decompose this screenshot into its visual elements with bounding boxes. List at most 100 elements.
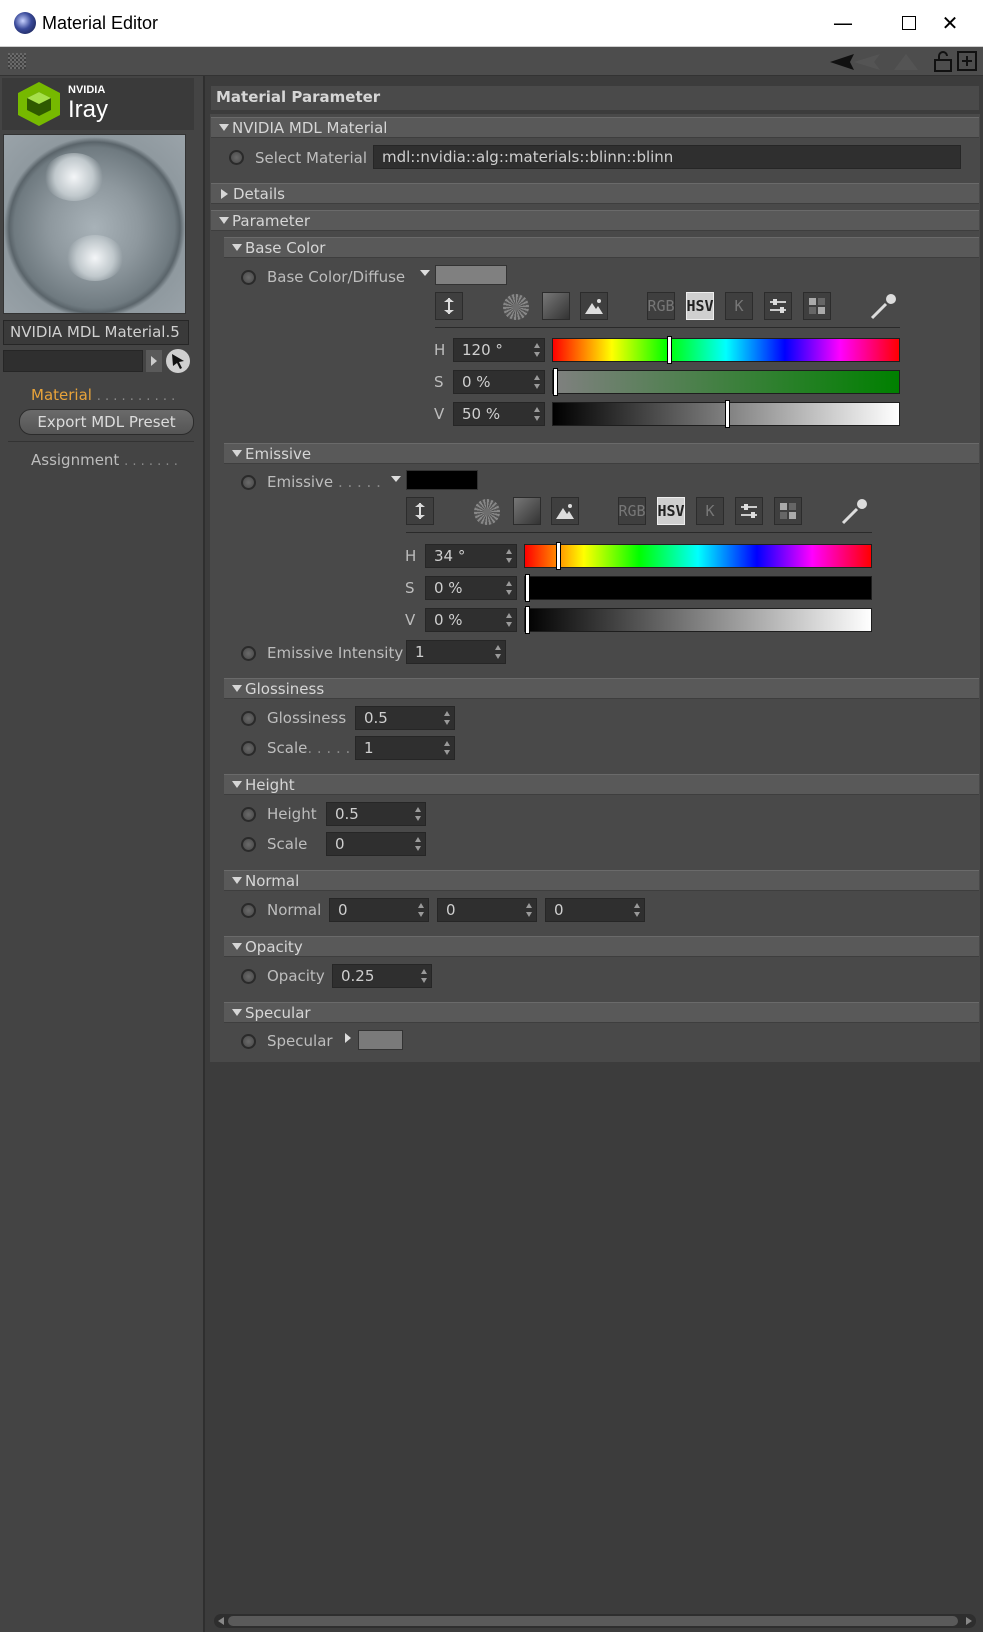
slider-knob[interactable] <box>555 542 561 570</box>
spinner-icon[interactable] <box>444 711 450 725</box>
group-header-mdl[interactable]: NVIDIA MDL Material <box>211 117 979 138</box>
base-v-field[interactable]: 50 % <box>453 402 545 426</box>
emissive-radio[interactable] <box>241 475 256 490</box>
emissive-intensity-radio[interactable] <box>241 646 256 661</box>
picker-button[interactable] <box>166 349 190 373</box>
spinner-icon[interactable] <box>418 903 424 917</box>
mode-kelvin-button[interactable]: K <box>725 292 753 320</box>
gloss-scale-radio[interactable] <box>241 741 256 756</box>
close-button[interactable]: ✕ <box>917 0 983 46</box>
select-material-radio[interactable] <box>229 150 244 165</box>
mode-rgb-button[interactable]: RGB <box>647 292 675 320</box>
group-header-parameter[interactable]: Parameter <box>211 210 979 231</box>
base-color-radio[interactable] <box>241 270 256 285</box>
normal-z-field[interactable]: 0 <box>545 898 645 922</box>
emissive-intensity-field[interactable]: 1 <box>406 640 506 664</box>
spinner-icon[interactable] <box>444 741 450 755</box>
group-header-opacity[interactable]: Opacity <box>224 936 979 957</box>
link-arrow-button[interactable] <box>146 350 162 372</box>
height-field[interactable]: 0.5 <box>326 802 426 826</box>
color-wheel-icon[interactable] <box>503 294 529 320</box>
opacity-radio[interactable] <box>241 969 256 984</box>
slider-knob[interactable] <box>725 400 730 428</box>
dropdown-arrow-icon[interactable] <box>391 476 401 482</box>
spinner-icon[interactable] <box>506 549 512 563</box>
swatches-icon[interactable] <box>774 497 802 525</box>
spinner-icon[interactable] <box>421 969 427 983</box>
mixer-icon[interactable] <box>764 292 792 320</box>
group-header-glossiness[interactable]: Glossiness <box>224 678 979 699</box>
swatches-icon[interactable] <box>803 292 831 320</box>
nav-up-icon[interactable] <box>894 54 918 70</box>
spectrum-icon[interactable] <box>542 292 570 320</box>
spinner-icon[interactable] <box>506 581 512 595</box>
glossiness-radio[interactable] <box>241 711 256 726</box>
base-value-slider[interactable] <box>552 400 900 428</box>
expand-arrow-icon[interactable] <box>345 1033 351 1043</box>
opacity-field[interactable]: 0.25 <box>332 964 432 988</box>
normal-y-field[interactable]: 0 <box>437 898 537 922</box>
normal-x-field[interactable]: 0 <box>329 898 429 922</box>
scroll-right-icon[interactable] <box>966 1617 972 1625</box>
slider-knob[interactable] <box>553 368 558 396</box>
height-scale-radio[interactable] <box>241 837 256 852</box>
scroll-left-icon[interactable] <box>218 1617 224 1625</box>
emissive-hue-slider[interactable] <box>524 542 872 570</box>
color-wheel-toggle-icon[interactable] <box>406 497 434 525</box>
image-picker-icon[interactable] <box>580 292 608 320</box>
emissive-h-field[interactable]: 34 ° <box>425 544 517 568</box>
nav-assignment[interactable]: Assignment . . . . . . . <box>31 450 178 472</box>
nav-forward-icon[interactable] <box>854 54 880 70</box>
glossiness-field[interactable]: 0.5 <box>355 706 455 730</box>
nav-back-icon[interactable] <box>830 54 854 70</box>
base-h-field[interactable]: 120 ° <box>453 338 545 362</box>
scrollbar-thumb[interactable] <box>228 1616 958 1626</box>
normal-radio[interactable] <box>241 903 256 918</box>
eyedropper-icon[interactable] <box>868 290 900 322</box>
spinner-icon[interactable] <box>506 613 512 627</box>
emissive-v-field[interactable]: 0 % <box>425 608 517 632</box>
group-header-height[interactable]: Height <box>224 774 979 795</box>
mode-hsv-button[interactable]: HSV <box>686 292 714 320</box>
spinner-icon[interactable] <box>634 903 640 917</box>
spinner-icon[interactable] <box>495 645 501 659</box>
emissive-s-field[interactable]: 0 % <box>425 576 517 600</box>
specular-swatch[interactable] <box>358 1030 403 1050</box>
spinner-icon[interactable] <box>534 407 540 421</box>
mode-rgb-button[interactable]: RGB <box>618 497 646 525</box>
spinner-icon[interactable] <box>415 837 421 851</box>
slider-knob[interactable] <box>525 606 530 634</box>
material-preview[interactable] <box>3 134 186 314</box>
emissive-saturation-slider[interactable] <box>524 574 872 602</box>
height-radio[interactable] <box>241 807 256 822</box>
base-s-field[interactable]: 0 % <box>453 370 545 394</box>
spinner-icon[interactable] <box>534 375 540 389</box>
base-hue-slider[interactable] <box>552 336 900 364</box>
export-mdl-preset-button[interactable]: Export MDL Preset <box>19 409 194 435</box>
image-picker-icon[interactable] <box>551 497 579 525</box>
horizontal-scrollbar[interactable] <box>214 1614 976 1628</box>
spectrum-icon[interactable] <box>513 497 541 525</box>
mode-kelvin-button[interactable]: K <box>696 497 724 525</box>
spinner-icon[interactable] <box>534 343 540 357</box>
minimize-button[interactable]: — <box>810 0 876 46</box>
base-saturation-slider[interactable] <box>552 368 900 396</box>
new-panel-icon[interactable] <box>956 50 978 72</box>
color-wheel-icon[interactable] <box>474 499 500 525</box>
group-header-details[interactable]: Details <box>211 183 979 204</box>
material-name-field[interactable]: NVIDIA MDL Material.5 <box>3 320 189 345</box>
group-header-emissive[interactable]: Emissive <box>224 443 979 464</box>
height-scale-field[interactable]: 0 <box>326 832 426 856</box>
slider-knob[interactable] <box>666 336 672 364</box>
mixer-icon[interactable] <box>735 497 763 525</box>
emissive-swatch[interactable] <box>406 470 478 490</box>
mode-hsv-button[interactable]: HSV <box>657 497 685 525</box>
base-color-swatch[interactable] <box>435 265 507 285</box>
spinner-icon[interactable] <box>415 807 421 821</box>
group-header-base-color[interactable]: Base Color <box>224 237 979 258</box>
group-header-specular[interactable]: Specular <box>224 1002 979 1023</box>
nav-material[interactable]: Material . . . . . . . . . . <box>31 385 175 407</box>
emissive-value-slider[interactable] <box>524 606 872 634</box>
lock-icon[interactable] <box>932 50 954 72</box>
group-header-normal[interactable]: Normal <box>224 870 979 891</box>
